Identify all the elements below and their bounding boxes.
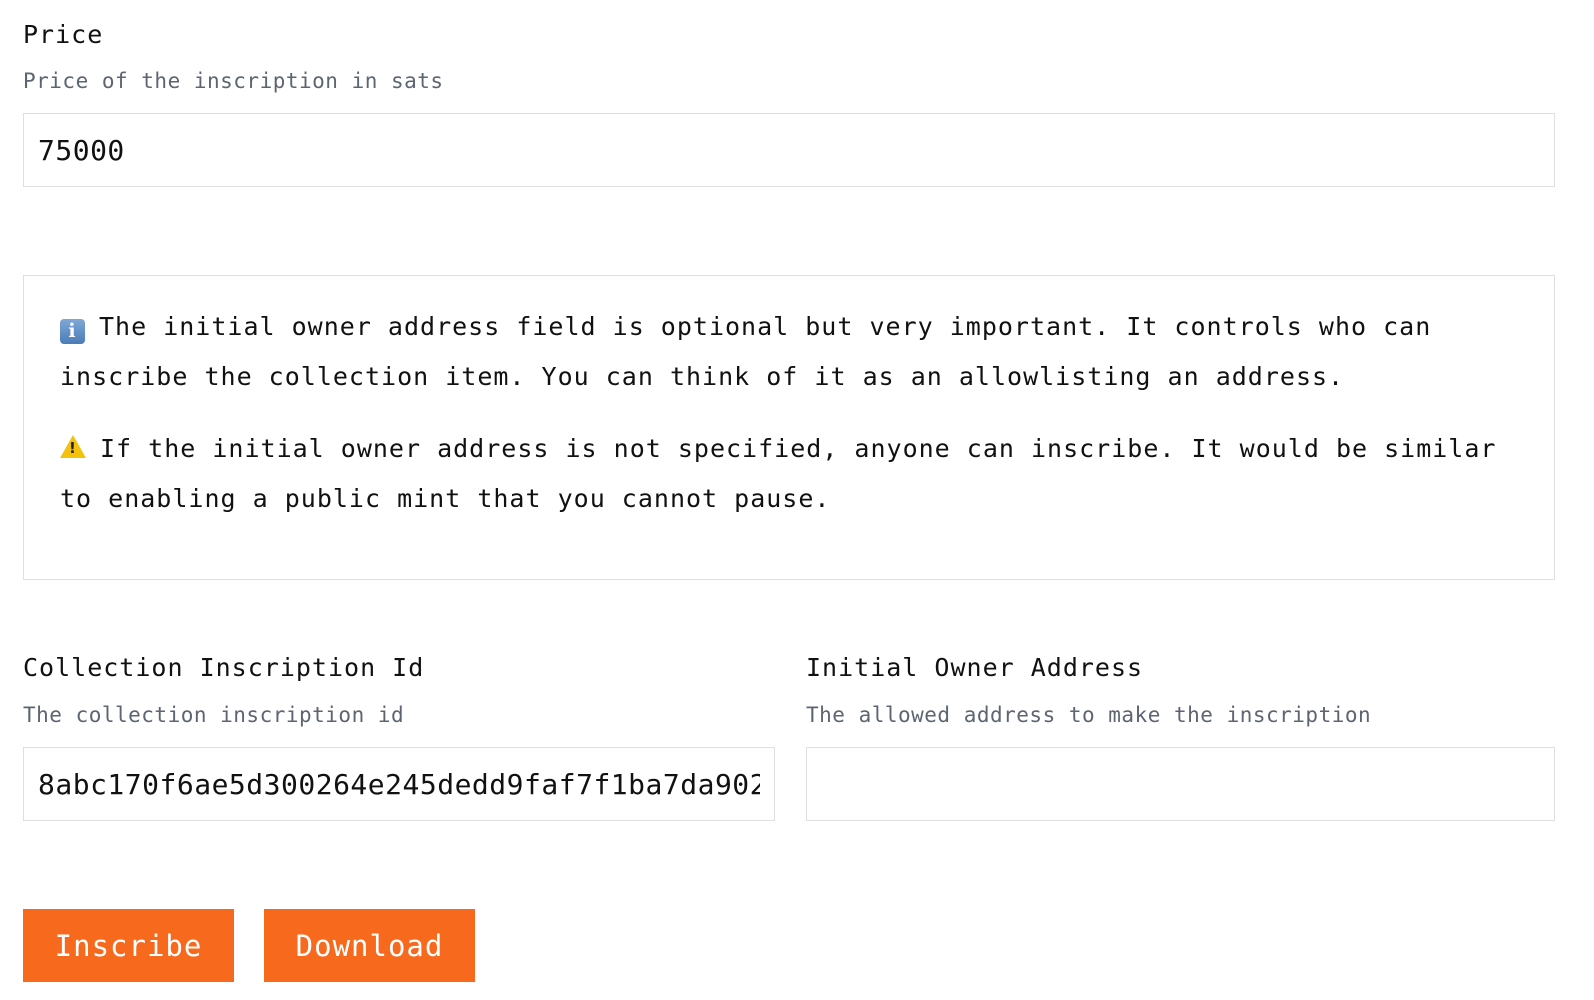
price-label: Price <box>23 20 104 49</box>
initial-owner-address-input[interactable] <box>821 767 1540 801</box>
price-hint: Price of the inscription in sats <box>23 69 444 93</box>
info-text: The initial owner address field is optio… <box>60 312 1432 391</box>
inscribe-button[interactable]: Inscribe <box>23 909 234 982</box>
price-field[interactable] <box>23 113 1555 187</box>
collection-inscription-id-label: Collection Inscription Id <box>23 653 425 682</box>
warning-paragraph: If the initial owner address is not spec… <box>60 424 1518 524</box>
download-button[interactable]: Download <box>264 909 475 982</box>
warning-text: If the initial owner address is not spec… <box>60 434 1497 513</box>
collection-inscription-id-hint: The collection inscription id <box>23 703 405 727</box>
collection-inscription-id-field[interactable] <box>23 747 775 821</box>
initial-owner-address-hint: The allowed address to make the inscript… <box>806 703 1372 727</box>
warning-icon <box>60 435 86 458</box>
collection-inscription-id-input[interactable] <box>38 767 760 801</box>
price-input[interactable] <box>38 133 1540 167</box>
initial-owner-address-field[interactable] <box>806 747 1555 821</box>
information-icon: i <box>60 319 85 344</box>
info-paragraph: i The initial owner address field is opti… <box>60 302 1518 402</box>
initial-owner-notice: i The initial owner address field is opti… <box>23 275 1555 580</box>
initial-owner-address-label: Initial Owner Address <box>806 653 1144 682</box>
